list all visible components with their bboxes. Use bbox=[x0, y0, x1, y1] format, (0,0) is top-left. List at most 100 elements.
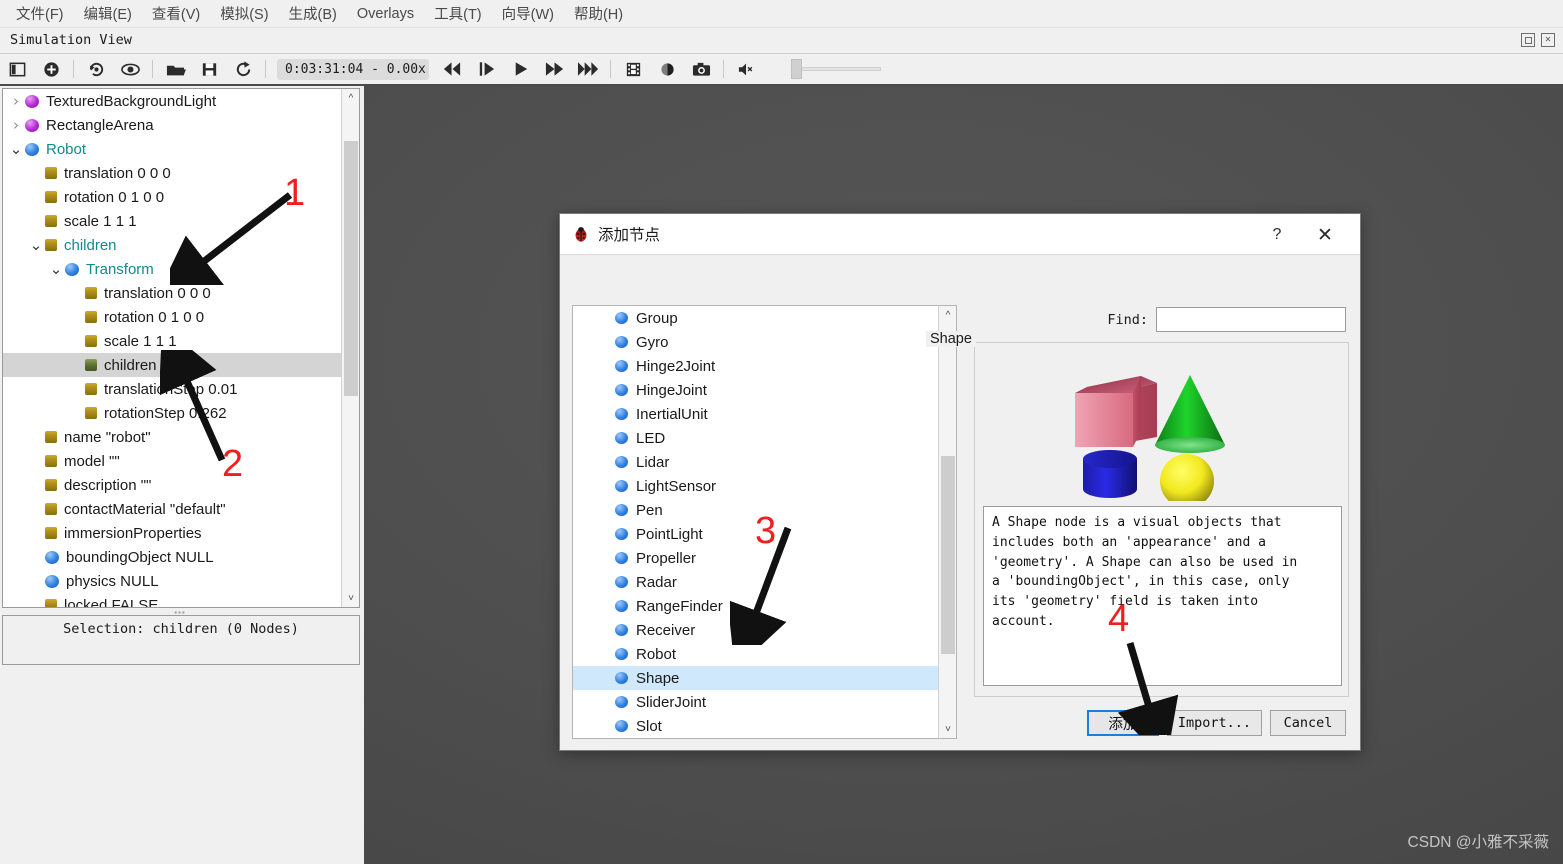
scene-tree-row-label: description "" bbox=[64, 476, 152, 494]
scene-tree-row[interactable]: scale 1 1 1 bbox=[3, 329, 341, 353]
step-icon[interactable] bbox=[469, 54, 503, 84]
volume-slider[interactable] bbox=[791, 59, 881, 79]
chevron-down-icon[interactable]: ⌄ bbox=[47, 262, 65, 277]
scroll-down-icon[interactable]: ˅ bbox=[939, 720, 956, 738]
scene-tree-row[interactable]: ⌄ Robot bbox=[3, 137, 341, 161]
node-type-item[interactable]: HingeJoint bbox=[573, 378, 939, 402]
open-folder-icon[interactable] bbox=[158, 54, 192, 84]
node-icon bbox=[615, 456, 628, 468]
node-type-item[interactable]: Hinge2Joint bbox=[573, 354, 939, 378]
node-type-label: LightSensor bbox=[636, 477, 717, 495]
scene-tree-scrollbar-thumb[interactable] bbox=[344, 141, 358, 396]
application-window: 文件(F) 编辑(E) 查看(V) 模拟(S) 生成(B) Overlays 工具(T) 向导… bbox=[0, 0, 1563, 864]
node-type-item[interactable]: InertialUnit bbox=[573, 402, 939, 426]
node-type-item[interactable]: PointLight bbox=[573, 522, 939, 546]
node-type-item[interactable]: SliderJoint bbox=[573, 690, 939, 714]
chevron-down-icon[interactable]: ⌄ bbox=[27, 238, 45, 253]
node-type-item[interactable]: Propeller bbox=[573, 546, 939, 570]
scroll-up-icon[interactable]: ^ bbox=[939, 306, 956, 324]
chevron-down-icon[interactable]: ⌄ bbox=[7, 142, 25, 157]
node-type-item[interactable]: Receiver bbox=[573, 618, 939, 642]
menu-item-5[interactable]: Overlays bbox=[347, 4, 424, 24]
menu-item-8[interactable]: 帮助(H) bbox=[564, 1, 633, 26]
scene-tree-row[interactable]: physics NULL bbox=[3, 569, 341, 593]
node-type-list[interactable]: Group Gyro Hinge2Joint HingeJoint InertialUn… bbox=[572, 305, 957, 739]
restore-window-button[interactable] bbox=[1521, 33, 1535, 47]
camera-icon[interactable] bbox=[684, 54, 718, 84]
dialog-close-button[interactable]: ✕ bbox=[1314, 224, 1336, 246]
record-icon[interactable] bbox=[650, 54, 684, 84]
scene-tree-row[interactable]: scale 1 1 1 bbox=[3, 209, 341, 233]
node-type-item[interactable]: Slot bbox=[573, 714, 939, 738]
node-type-item[interactable]: Lidar bbox=[573, 450, 939, 474]
scene-tree-row-label: translation 0 0 0 bbox=[104, 284, 211, 302]
find-input[interactable] bbox=[1156, 307, 1346, 332]
node-type-item[interactable]: Shape bbox=[573, 666, 939, 690]
menu-item-3[interactable]: 模拟(S) bbox=[210, 1, 278, 26]
scene-tree-row[interactable]: translation 0 0 0 bbox=[3, 281, 341, 305]
scene-tree-row[interactable]: translationStep 0.01 bbox=[3, 377, 341, 401]
scene-tree-row[interactable]: boundingObject NULL bbox=[3, 545, 341, 569]
scene-tree-row[interactable]: name "robot" bbox=[3, 425, 341, 449]
scene-tree-row[interactable]: description "" bbox=[3, 473, 341, 497]
close-window-button[interactable]: ✕ bbox=[1541, 33, 1555, 47]
scene-tree-row[interactable]: contactMaterial "default" bbox=[3, 497, 341, 521]
node-type-item[interactable]: RangeFinder bbox=[573, 594, 939, 618]
import-button[interactable]: Import... bbox=[1166, 710, 1262, 736]
eye-icon[interactable] bbox=[113, 54, 147, 84]
menu-item-6[interactable]: 工具(T) bbox=[424, 1, 492, 26]
menu-item-4[interactable]: 生成(B) bbox=[279, 1, 347, 26]
scene-tree-row[interactable]: rotationStep 0.262 bbox=[3, 401, 341, 425]
scene-tree-row[interactable]: locked FALSE bbox=[3, 593, 341, 607]
scroll-down-icon[interactable]: ˅ bbox=[342, 589, 359, 607]
scene-tree-row-label: translation 0 0 0 bbox=[64, 164, 171, 182]
scene-tree-row[interactable]: ⌄ children bbox=[3, 233, 341, 257]
node-type-item[interactable]: Radar bbox=[573, 570, 939, 594]
node-list-scrollbar[interactable]: ^ ˅ bbox=[938, 306, 956, 738]
scene-tree-row[interactable]: › TexturedBackgroundLight bbox=[3, 89, 341, 113]
menu-item-7[interactable]: 向导(W) bbox=[492, 1, 564, 26]
node-type-item[interactable]: LightSensor bbox=[573, 474, 939, 498]
node-type-item[interactable]: LED bbox=[573, 426, 939, 450]
scroll-up-icon[interactable]: ^ bbox=[342, 89, 359, 107]
scene-tree-row[interactable]: rotation 0 1 0 0 bbox=[3, 305, 341, 329]
save-icon[interactable] bbox=[192, 54, 226, 84]
node-list-scrollbar-thumb[interactable] bbox=[941, 456, 955, 654]
chevron-right-icon[interactable]: › bbox=[7, 116, 25, 134]
chevron-right-icon[interactable]: › bbox=[7, 92, 25, 110]
add-node-icon[interactable] bbox=[34, 54, 68, 84]
node-icon bbox=[615, 696, 628, 708]
menu-item-1[interactable]: 编辑(E) bbox=[74, 1, 142, 26]
scene-tree-row[interactable]: rotation 0 1 0 0 bbox=[3, 185, 341, 209]
fast-forward-icon[interactable] bbox=[537, 54, 571, 84]
menu-item-2[interactable]: 查看(V) bbox=[142, 1, 210, 26]
scene-tree-row[interactable]: model "" bbox=[3, 449, 341, 473]
close-icon: ✕ bbox=[1544, 35, 1552, 44]
volume-slider-thumb[interactable] bbox=[791, 59, 802, 79]
run-fast-icon[interactable] bbox=[571, 54, 605, 84]
movie-icon[interactable] bbox=[616, 54, 650, 84]
scene-tree-row[interactable]: translation 0 0 0 bbox=[3, 161, 341, 185]
node-type-item[interactable]: Group bbox=[573, 306, 939, 330]
scene-tree-row[interactable]: › RectangleArena bbox=[3, 113, 341, 137]
reload-icon[interactable] bbox=[226, 54, 260, 84]
scene-tree-row[interactable]: ⌄ Transform bbox=[3, 257, 341, 281]
simulation-time-display[interactable]: 0:03:31:04 - 0.00x bbox=[277, 58, 429, 80]
mute-icon[interactable] bbox=[729, 54, 763, 84]
node-type-item[interactable]: Gyro bbox=[573, 330, 939, 354]
play-icon[interactable] bbox=[503, 54, 537, 84]
menu-item-0[interactable]: 文件(F) bbox=[6, 1, 74, 26]
scene-tree-row[interactable]: immersionProperties bbox=[3, 521, 341, 545]
node-type-item[interactable]: Pen bbox=[573, 498, 939, 522]
scene-tree-scrollbar[interactable]: ^ ˅ bbox=[341, 89, 359, 607]
add-button[interactable]: 添加 bbox=[1086, 710, 1159, 736]
node-type-item[interactable]: Robot bbox=[573, 642, 939, 666]
rewind-icon[interactable] bbox=[435, 54, 469, 84]
node-type-label: Group bbox=[636, 309, 678, 327]
panel-toggle-icon[interactable] bbox=[0, 54, 34, 84]
scene-tree[interactable]: › TexturedBackgroundLight › RectangleArena ⌄… bbox=[2, 88, 360, 608]
help-button[interactable]: ? bbox=[1266, 224, 1288, 246]
cancel-button[interactable]: Cancel bbox=[1270, 710, 1346, 736]
rotate-view-icon[interactable] bbox=[79, 54, 113, 84]
scene-tree-row[interactable]: children bbox=[3, 353, 341, 377]
